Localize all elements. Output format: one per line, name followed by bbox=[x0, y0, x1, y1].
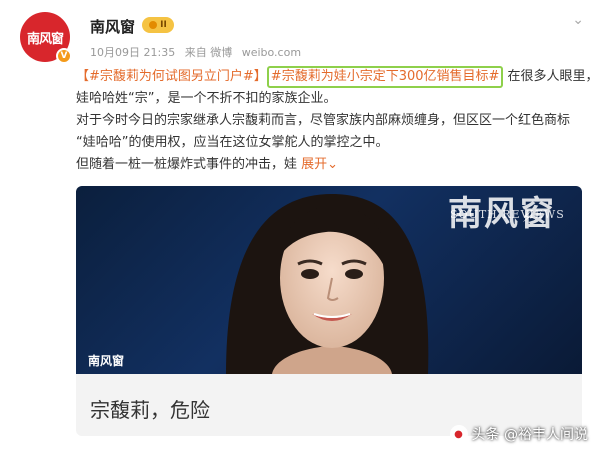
article-title[interactable]: 宗馥莉，危险 bbox=[90, 394, 210, 423]
post-date: 10月09日 21:35 bbox=[90, 46, 176, 59]
article-card[interactable]: 南风窗 SOUTH REVIEWS ⚡ 南风窗 宗馥莉，危险 bbox=[76, 186, 582, 436]
verified-icon: V bbox=[56, 48, 72, 64]
post-source: 来自 微博 bbox=[184, 46, 233, 59]
toutiao-logo-icon: ● bbox=[449, 425, 468, 443]
post-line-2: 娃哈哈姓“宗”，是一个不折不扣的家族企业。 bbox=[76, 91, 337, 106]
footer-watermark: ● 头条 @裕丰人间说 bbox=[449, 424, 588, 444]
chevron-down-icon[interactable]: ⌄ bbox=[572, 12, 584, 28]
topic-link-1[interactable]: 【#宗馥莉为何试图另立门户#】 bbox=[76, 69, 267, 84]
post-line-1: 【#宗馥莉为何试图另立门户#】 #宗馥莉为娃小宗定下300亿销售目标# 在很多人眼… bbox=[76, 66, 599, 88]
member-badge[interactable]: II bbox=[142, 17, 174, 33]
footer-watermark-text: 头条 @裕丰人间说 bbox=[471, 427, 588, 443]
chevron-down-icon[interactable]: ⌄ bbox=[327, 157, 338, 172]
post-domain: weibo.com bbox=[241, 46, 302, 59]
badge-level: II bbox=[160, 20, 167, 30]
post-line-4: “娃哈哈”的使用权，应当在这位女掌舵人的掌控之中。 bbox=[76, 135, 389, 150]
post-body: 【#宗馥莉为何试图另立门户#】 #宗馥莉为娃小宗定下300亿销售目标# 在很多人眼… bbox=[76, 66, 599, 176]
post-line-5: 但随着一桩一桩爆炸式事件的冲击，娃 展开⌄ bbox=[76, 154, 582, 176]
post-header: 南风窗 V 南风窗 II 10月09日 21:35 来自 微博 weibo.co… bbox=[14, 10, 586, 64]
account-name[interactable]: 南风窗 bbox=[90, 16, 135, 37]
post-line-3: 对于今时今日的宗家继承人宗馥莉而言，尽管家族内部麻烦缠身，但区区一个红色商标 bbox=[76, 113, 571, 128]
topic-link-2-highlighted[interactable]: #宗馥莉为娃小宗定下300亿销售目标# bbox=[266, 66, 504, 88]
account-avatar[interactable]: 南风窗 V bbox=[20, 12, 72, 64]
post-text-1: 在很多人眼里， bbox=[503, 69, 599, 84]
card-source-label: 南风窗 bbox=[88, 354, 125, 368]
badge-icon bbox=[149, 21, 158, 29]
lightning-icon: ⚡ bbox=[522, 210, 532, 226]
avatar-logo-text: 南风窗 bbox=[26, 31, 64, 47]
post-text-5: 但随着一桩一桩爆炸式事件的冲击，娃 bbox=[76, 157, 302, 172]
expand-link[interactable]: 展开 bbox=[301, 157, 327, 172]
post-meta: 10月09日 21:35 来自 微博 weibo.com bbox=[90, 44, 307, 60]
article-cover-image[interactable]: 南风窗 SOUTH REVIEWS ⚡ 南风窗 bbox=[76, 186, 582, 374]
watermark-subtitle: SOUTH REVIEWS bbox=[450, 208, 565, 221]
